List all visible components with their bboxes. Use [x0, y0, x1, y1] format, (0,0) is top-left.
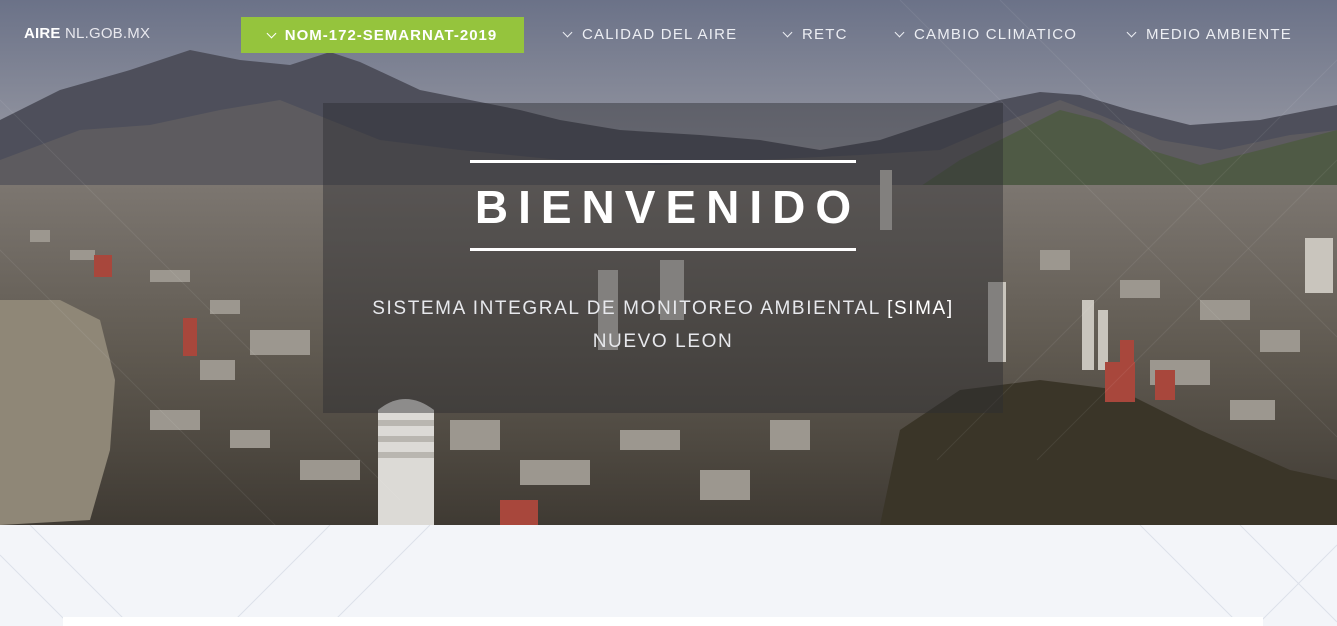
content-section	[0, 525, 1337, 626]
welcome-panel	[323, 103, 1003, 413]
brand-logo-link[interactable]: AIRE NL.GOB.MX	[24, 25, 150, 42]
brand-bold: AIRE	[24, 25, 61, 42]
subtitle-acronym: [SIMA]	[887, 298, 954, 319]
chevron-down-icon	[782, 27, 793, 38]
hero-section: BIENVENIDO SISTEMA INTEGRAL DE MONITOREO…	[0, 0, 1337, 525]
nav-item-label: CALIDAD DEL AIRE	[582, 26, 738, 43]
subtitle-text: SISTEMA INTEGRAL DE MONITOREO AMBIENTAL	[372, 298, 888, 319]
chevron-down-icon	[894, 27, 905, 38]
chevron-down-icon	[1126, 27, 1137, 38]
chevron-down-icon	[266, 28, 277, 38]
subtitle-line-2: NUEVO LEON	[592, 331, 734, 352]
nav-item-label: CAMBIO CLIMATICO	[914, 26, 1078, 43]
welcome-title: BIENVENIDO	[474, 181, 862, 233]
nav-item-label: MEDIO AMBIENTE	[1146, 26, 1292, 43]
chevron-down-icon	[562, 27, 573, 38]
nav-nom-172-button[interactable]: NOM-172-SEMARNAT-2019	[241, 17, 524, 53]
title-rule-bottom	[470, 248, 856, 251]
nav-item-cambio-climatico[interactable]: CAMBIO CLIMATICO	[894, 26, 1078, 43]
nav-item-label: RETC	[802, 26, 848, 43]
nav-nom-172-label: NOM-172-SEMARNAT-2019	[284, 26, 498, 44]
subtitle-line-1: SISTEMA INTEGRAL DE MONITOREO AMBIENTAL …	[323, 298, 1003, 320]
nav-item-retc[interactable]: RETC	[782, 26, 848, 43]
page: BIENVENIDO SISTEMA INTEGRAL DE MONITOREO…	[0, 0, 1337, 626]
title-rule-top	[470, 160, 856, 163]
nav-item-medio-ambiente[interactable]: MEDIO AMBIENTE	[1126, 26, 1292, 43]
brand-domain: NL.GOB.MX	[60, 25, 151, 42]
nav-item-calidad-del-aire[interactable]: CALIDAD DEL AIRE	[562, 26, 738, 43]
background-pattern	[0, 525, 1337, 626]
content-card	[63, 617, 1263, 626]
